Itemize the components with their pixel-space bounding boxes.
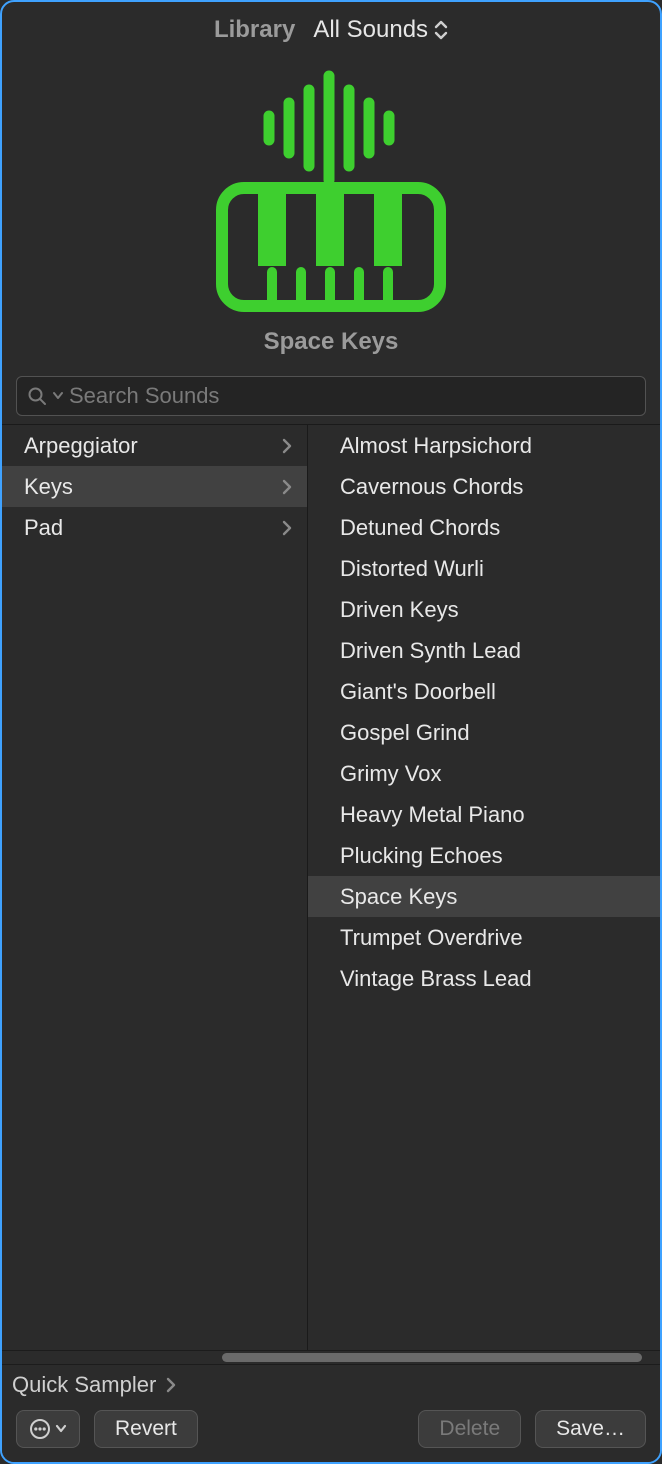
sound-label: Space Keys xyxy=(340,884,457,910)
sound-label: Grimy Vox xyxy=(340,761,441,787)
sound-row[interactable]: Almost Harpsichord xyxy=(308,425,660,466)
keyboard-icon xyxy=(216,182,446,312)
chevron-down-icon xyxy=(55,1422,67,1436)
search-icon xyxy=(27,386,47,406)
sound-row[interactable]: Vintage Brass Lead xyxy=(308,958,660,999)
category-label: Arpeggiator xyxy=(24,433,138,459)
sound-row[interactable]: Grimy Vox xyxy=(308,753,660,794)
sound-row[interactable]: Gospel Grind xyxy=(308,712,660,753)
actions-menu-button[interactable] xyxy=(16,1410,80,1448)
search-field[interactable] xyxy=(16,376,646,416)
category-label: Keys xyxy=(24,474,73,500)
category-row[interactable]: Keys xyxy=(2,466,307,507)
sound-label: Giant's Doorbell xyxy=(340,679,496,705)
scope-dropdown[interactable]: All Sounds xyxy=(313,16,448,44)
sound-label: Almost Harpsichord xyxy=(340,433,532,459)
sound-row[interactable]: Driven Keys xyxy=(308,589,660,630)
footer-toolbar: Revert Delete Save… xyxy=(2,1404,660,1462)
sound-row[interactable]: Heavy Metal Piano xyxy=(308,794,660,835)
category-row[interactable]: Pad xyxy=(2,507,307,548)
sound-row[interactable]: Cavernous Chords xyxy=(308,466,660,507)
ellipsis-circle-icon xyxy=(29,1418,51,1440)
delete-button[interactable]: Delete xyxy=(418,1410,521,1448)
chevron-right-icon xyxy=(166,1377,176,1393)
breadcrumb-label: Quick Sampler xyxy=(12,1372,156,1398)
patch-hero: Space Keys xyxy=(2,58,660,376)
chevron-right-icon xyxy=(281,437,293,455)
library-panel: Library All Sounds xyxy=(0,0,662,1464)
sound-row[interactable]: Detuned Chords xyxy=(308,507,660,548)
scope-dropdown-label: All Sounds xyxy=(313,16,428,44)
patch-name-label: Space Keys xyxy=(264,328,399,356)
save-button[interactable]: Save… xyxy=(535,1410,646,1448)
category-label: Pad xyxy=(24,515,63,541)
horizontal-scrollbar[interactable] xyxy=(2,1350,660,1364)
sound-row[interactable]: Plucking Echoes xyxy=(308,835,660,876)
sound-label: Distorted Wurli xyxy=(340,556,484,582)
category-column: Arpeggiator Keys Pad xyxy=(2,425,308,1350)
search-container xyxy=(2,376,660,424)
sound-label: Detuned Chords xyxy=(340,515,500,541)
chevron-right-icon xyxy=(281,478,293,496)
sound-label: Trumpet Overdrive xyxy=(340,925,523,951)
updown-icon xyxy=(434,20,448,40)
revert-button[interactable]: Revert xyxy=(94,1410,198,1448)
chevron-down-icon xyxy=(53,389,63,403)
breadcrumb[interactable]: Quick Sampler xyxy=(2,1364,660,1404)
sound-row[interactable]: Driven Synth Lead xyxy=(308,630,660,671)
sound-label: Plucking Echoes xyxy=(340,843,503,869)
sound-row[interactable]: Giant's Doorbell xyxy=(308,671,660,712)
waveform-icon xyxy=(251,68,411,188)
sound-row[interactable]: Distorted Wurli xyxy=(308,548,660,589)
sound-label: Driven Synth Lead xyxy=(340,638,521,664)
library-header: Library All Sounds xyxy=(2,2,660,58)
sound-label: Driven Keys xyxy=(340,597,459,623)
category-row[interactable]: Arpeggiator xyxy=(2,425,307,466)
sound-browser: Arpeggiator Keys Pad Almost Harpsichord Cav… xyxy=(2,424,660,1350)
chevron-right-icon xyxy=(281,519,293,537)
sound-label: Gospel Grind xyxy=(340,720,470,746)
sound-row[interactable]: Trumpet Overdrive xyxy=(308,917,660,958)
scrollbar-thumb[interactable] xyxy=(222,1353,642,1362)
sound-label: Cavernous Chords xyxy=(340,474,523,500)
search-input[interactable] xyxy=(69,383,635,409)
sound-label: Heavy Metal Piano xyxy=(340,802,525,828)
sound-row[interactable]: Space Keys xyxy=(308,876,660,917)
library-title: Library xyxy=(214,16,295,44)
sound-column: Almost Harpsichord Cavernous Chords Detune… xyxy=(308,425,660,1350)
sound-label: Vintage Brass Lead xyxy=(340,966,532,992)
